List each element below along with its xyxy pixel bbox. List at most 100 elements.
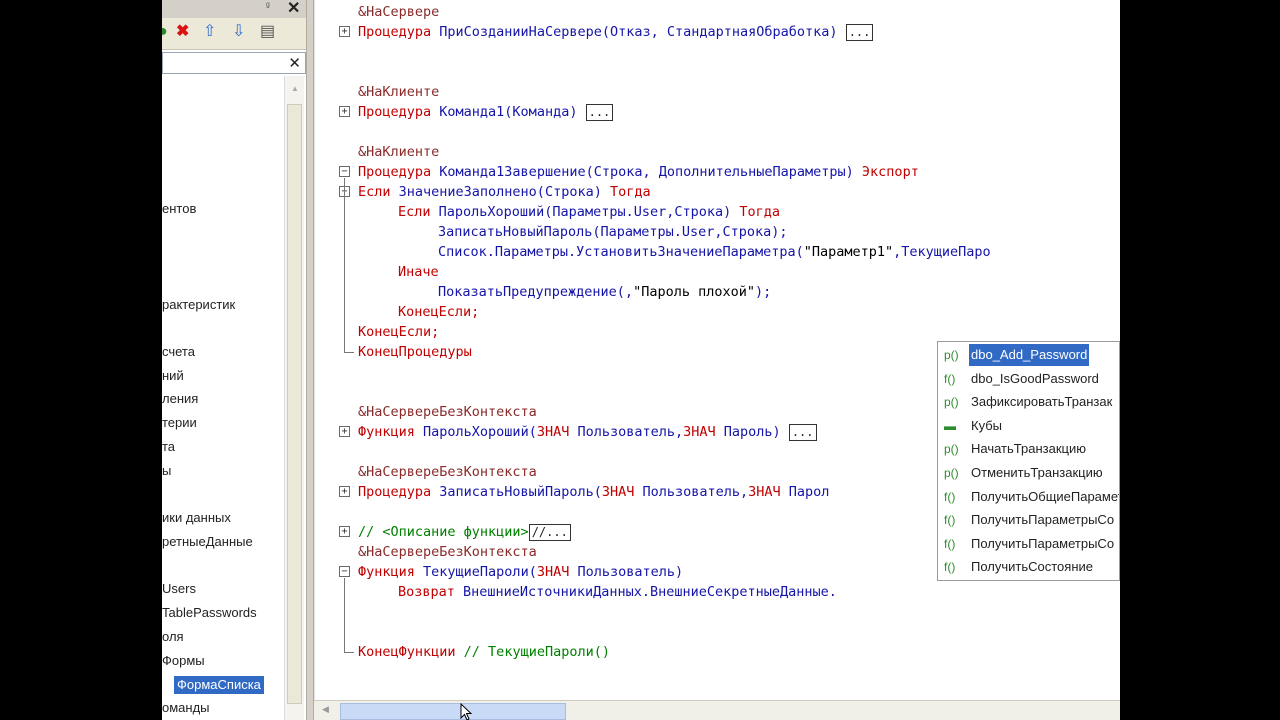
autocomplete-item[interactable]: p() dbo_Add_Password: [938, 343, 1119, 367]
scroll-thumb[interactable]: [287, 104, 302, 704]
tree-item[interactable]: оля: [162, 628, 184, 646]
scroll-thumb[interactable]: [340, 703, 566, 720]
autocomplete-item[interactable]: p() ОтменитьТранзакцию: [938, 461, 1119, 485]
fold-guide-end: [344, 352, 354, 353]
tree-item[interactable]: Users: [162, 580, 196, 598]
autocomplete-item[interactable]: f() ПолучитьПараметрыСо: [938, 532, 1119, 556]
fold-expand-icon[interactable]: +: [339, 426, 350, 437]
fold-collapse-icon[interactable]: −: [339, 166, 350, 177]
tree-scrollbar[interactable]: ▲: [284, 76, 304, 720]
identifier: Пользователь): [569, 564, 684, 580]
fold-expand-icon[interactable]: +: [339, 486, 350, 497]
code-line[interactable]: Процедура ПриСозданииНаСервере(Отказ, Ст…: [358, 22, 874, 42]
tree-list: ентов рактеристик счета ний ления терии та ы ики…: [162, 76, 282, 720]
collapsed-block-button[interactable]: ...: [788, 423, 817, 441]
tree-item[interactable]: ления: [162, 390, 198, 408]
tree-item[interactable]: Формы: [162, 652, 205, 670]
add-icon[interactable]: ●: [162, 24, 168, 40]
fold-expand-icon[interactable]: +: [339, 26, 350, 37]
keyword: ЗНАЧ: [683, 424, 716, 440]
collapsed-block-button[interactable]: ...: [585, 103, 614, 121]
tree-search-input[interactable]: ✕: [162, 52, 306, 74]
autocomplete-item[interactable]: f() ПолучитьСостояние: [938, 555, 1119, 579]
code-line[interactable]: Функция ПарольХороший(ЗНАЧ Пользователь,…: [358, 422, 817, 442]
code-line[interactable]: КонецПроцедуры: [358, 342, 472, 362]
keyword: Процедура: [358, 24, 440, 40]
mouse-cursor-icon: [460, 703, 473, 720]
autocomplete-item[interactable]: f() ПолучитьОбщиеПарамет: [938, 485, 1119, 509]
list-icon[interactable]: ▤: [260, 24, 275, 40]
editor-horizontal-scrollbar[interactable]: ◀: [314, 700, 1120, 720]
move-down-icon[interactable]: ⇩: [232, 24, 245, 40]
code-line[interactable]: Функция ТекущиеПароли(ЗНАЧ Пользователь): [358, 562, 683, 582]
pin-icon[interactable]: ᵍ: [266, 1, 270, 12]
code-line[interactable]: Иначе: [398, 262, 439, 282]
keyword: ЗНАЧ: [601, 484, 635, 500]
scroll-up-icon[interactable]: ▲: [291, 84, 299, 93]
fold-collapse-icon[interactable]: −: [339, 566, 350, 577]
code-line[interactable]: Процедура ЗаписатьНовыйПароль(ЗНАЧ Польз…: [358, 482, 829, 502]
autocomplete-item[interactable]: p() НачатьТранзакцию: [938, 437, 1119, 461]
tree-item[interactable]: ретныеДанные: [162, 533, 253, 551]
code-line[interactable]: // <Описание функции>//...: [358, 522, 571, 542]
code-line[interactable]: ЗаписатьНовыйПароль(Параметры.User,Строк…: [438, 222, 788, 242]
code-line[interactable]: ПоказатьПредупреждение(,"Пароль плохой")…: [438, 282, 771, 302]
tree-item[interactable]: счета: [162, 343, 195, 361]
autocomplete-item[interactable]: p() ЗафиксироватьТранзак: [938, 390, 1119, 414]
autocomplete-popup[interactable]: p() dbo_Add_Password f() dbo_IsGoodPassword…: [937, 341, 1120, 581]
code-line[interactable]: Список.Параметры.УстановитьЗначениеПарам…: [438, 242, 991, 262]
move-up-icon[interactable]: ⇧: [203, 24, 216, 40]
keyword: Тогда: [601, 184, 651, 200]
code-line[interactable]: Возврат ВнешниеИсточникиДанных.ВнешниеСе…: [398, 582, 837, 602]
keyword: ЗНАЧ: [536, 564, 570, 580]
panel-splitter[interactable]: [306, 0, 314, 720]
tree-item[interactable]: ики данных: [162, 509, 231, 527]
collapsed-comment-button[interactable]: //...: [528, 523, 571, 541]
tree-item[interactable]: та: [162, 438, 175, 456]
tree-item[interactable]: ы: [162, 462, 171, 480]
code-line[interactable]: &НаСервереБезКонтекста: [358, 402, 537, 422]
code-line[interactable]: КонецЕсли;: [398, 302, 479, 322]
fold-expand-icon[interactable]: +: [339, 106, 350, 117]
code-line[interactable]: Если ЗначениеЗаполнено(Строка) Тогда: [358, 182, 651, 202]
comment: // ТекущиеПароли(): [455, 644, 610, 660]
clear-search-icon[interactable]: ✕: [288, 54, 301, 72]
tree-item[interactable]: TablePasswords: [162, 604, 257, 622]
fold-guide: [344, 178, 345, 353]
fold-expand-icon[interactable]: +: [339, 526, 350, 537]
code-line[interactable]: КонецФункции // ТекущиеПароли(): [358, 642, 610, 662]
collapsed-block-button[interactable]: ...: [845, 23, 874, 41]
code-line[interactable]: Если ПарольХороший(Параметры.User,Строка…: [398, 202, 780, 222]
scroll-left-icon[interactable]: ◀: [322, 704, 329, 715]
tree-item[interactable]: ний: [162, 367, 184, 385]
code-line[interactable]: &НаСервереБезКонтекста: [358, 542, 537, 562]
tree-item[interactable]: ентов: [162, 200, 196, 218]
autocomplete-item[interactable]: f() ПолучитьПараметрыСо: [938, 508, 1119, 532]
close-panel-icon[interactable]: ✕: [287, 0, 300, 18]
code-line[interactable]: &НаКлиенте: [358, 142, 439, 162]
keyword: ЗНАЧ: [536, 424, 570, 440]
autocomplete-item[interactable]: f() dbo_IsGoodPassword: [938, 367, 1119, 391]
autocomplete-item[interactable]: ▬ Кубы: [938, 414, 1119, 438]
code-line[interactable]: Процедура Команда1(Команда) ...: [358, 102, 614, 122]
code-line[interactable]: &НаКлиенте: [358, 82, 439, 102]
keyword: Если: [358, 184, 399, 200]
tree-item[interactable]: ФормаСписка: [174, 676, 264, 694]
code-line[interactable]: &НаСервере: [358, 2, 439, 22]
tree-item[interactable]: рактеристик: [162, 296, 235, 314]
code-line[interactable]: КонецЕсли;: [358, 322, 439, 342]
tree-item[interactable]: оманды: [162, 699, 210, 717]
code-line[interactable]: Процедура Команда1Завершение(Строка, Доп…: [358, 162, 919, 182]
code-line[interactable]: &НаСервереБезКонтекста: [358, 462, 537, 482]
autocomplete-item-label: ЗафиксироватьТранзак: [971, 394, 1113, 410]
delete-icon[interactable]: ✖: [176, 24, 189, 40]
identifier: Парол: [780, 484, 830, 500]
tree-item[interactable]: терии: [162, 414, 197, 432]
identifier: ПарольХороший(Параметры.User,Строка): [438, 204, 732, 220]
autocomplete-item-label: Кубы: [971, 417, 1003, 433]
function-icon: f(): [944, 560, 956, 575]
function-icon: f(): [944, 489, 956, 504]
identifier: Команда1(Команда): [439, 104, 578, 120]
panel-title-bar: ᵍ ✕: [162, 0, 306, 18]
keyword: Функция: [358, 424, 424, 440]
